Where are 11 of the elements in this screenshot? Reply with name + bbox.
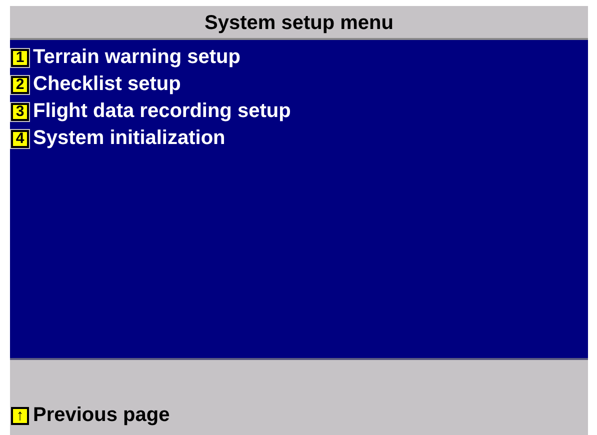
menu-item[interactable]: Checklist setup — [33, 73, 181, 96]
key-badge[interactable]: 1 — [11, 48, 29, 66]
key-badge[interactable]: 2 — [11, 76, 29, 94]
key-badge[interactable]: 4 — [11, 130, 29, 148]
menu-item[interactable]: Flight data recording setup — [33, 100, 291, 123]
key-badge[interactable]: 3 — [11, 102, 29, 120]
menu-item[interactable]: System initialization — [33, 127, 226, 150]
previous-page-label[interactable]: Previous page — [33, 404, 170, 427]
key-badge[interactable]: ↑ — [11, 406, 29, 424]
menu-title: System setup menu — [204, 10, 394, 34]
menu-item[interactable]: Terrain warning setup — [33, 46, 240, 69]
